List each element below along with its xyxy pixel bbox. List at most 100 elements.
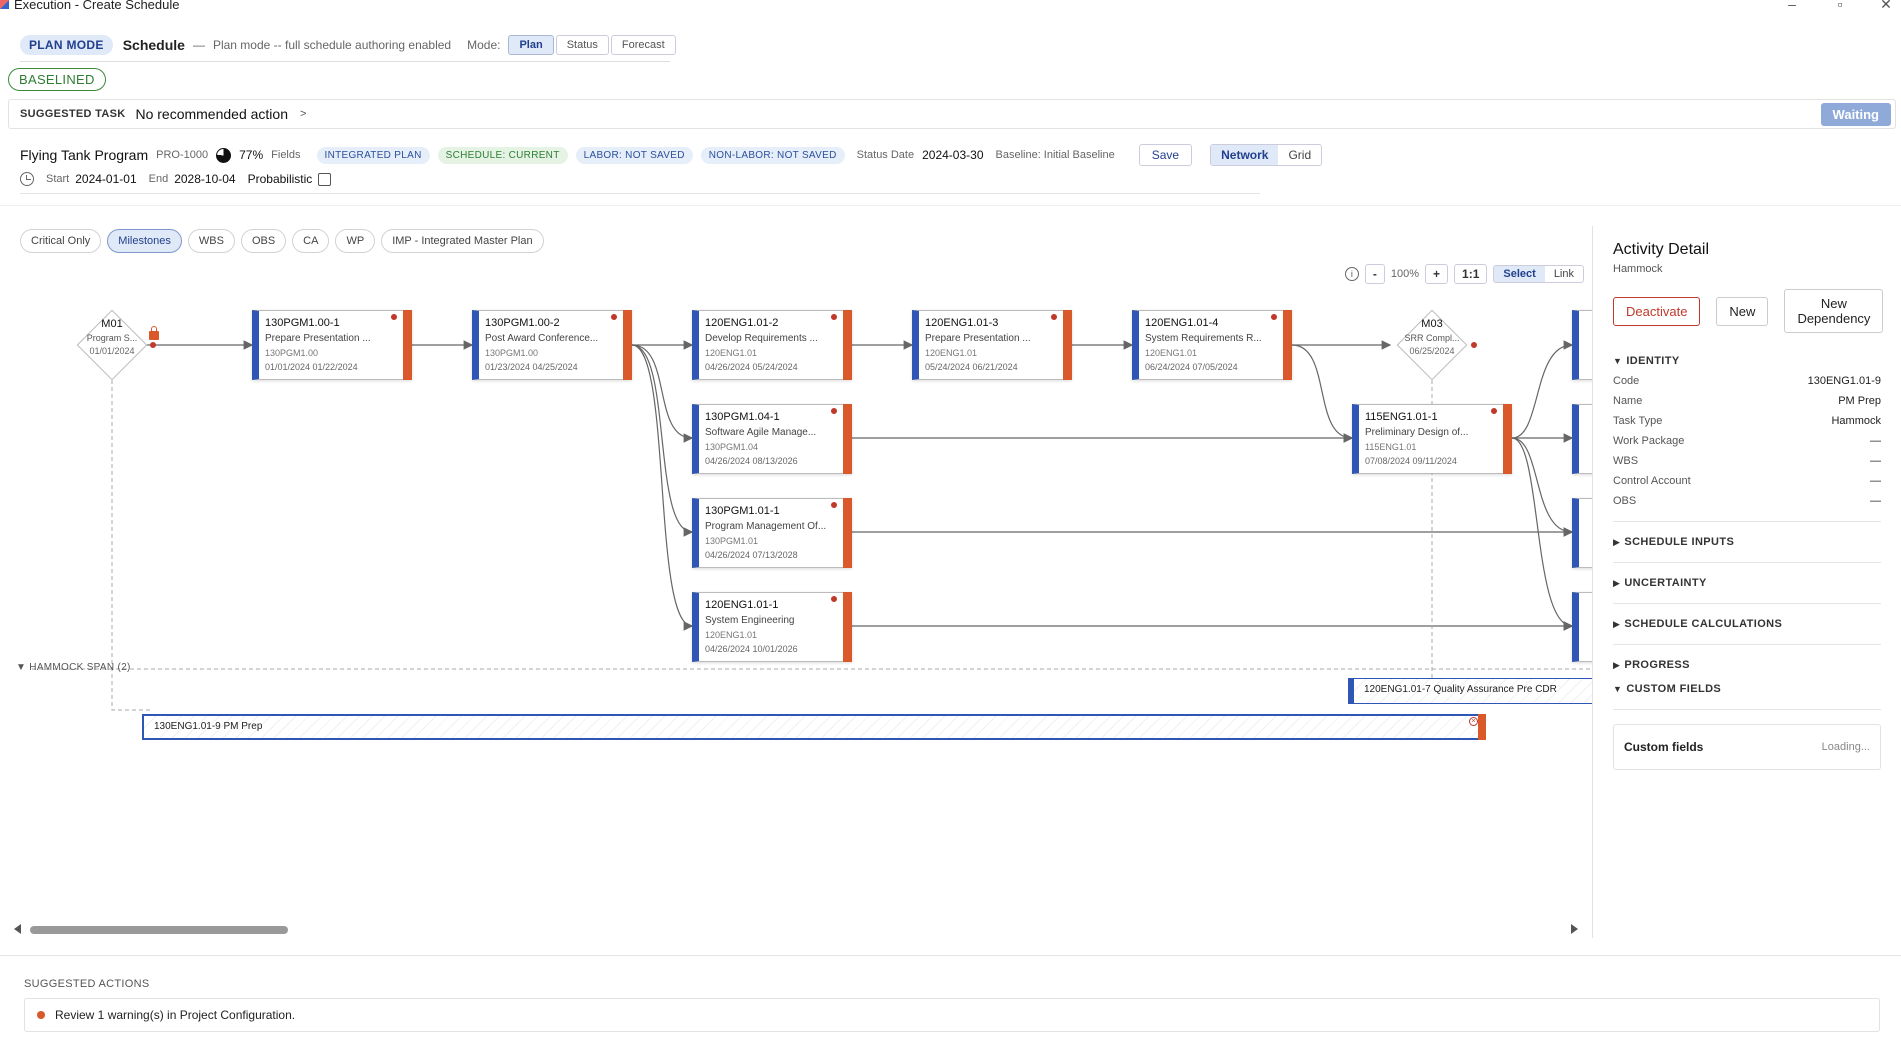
filter-obs[interactable]: OBS	[240, 229, 287, 253]
schedule-current-badge: SCHEDULE: CURRENT	[437, 146, 568, 164]
probabilistic-checkbox[interactable]	[318, 172, 332, 186]
fields-percent: 77%	[239, 148, 264, 162]
milestone-date: 06/25/2024	[1409, 346, 1455, 356]
detail-actions: Deactivate New New Dependency	[1613, 289, 1884, 333]
hammock-span-toggle[interactable]: ▼ HAMMOCK SPAN (2)	[16, 662, 131, 673]
activity-dates: 04/26/2024 08/13/2026	[705, 456, 798, 466]
identity-section-header[interactable]: ▼ IDENTITY	[1613, 355, 1881, 367]
activity-work-package: 120ENG1.01	[705, 348, 758, 358]
fields-label: Fields	[271, 149, 301, 161]
activity-dates: 05/24/2024 06/21/2024	[925, 362, 1018, 372]
filter-wp[interactable]: WP	[335, 229, 376, 253]
hammock-bar[interactable]: 120ENG1.01-7 Quality Assurance Pre CDR	[1348, 678, 1592, 704]
network-diagram[interactable]: i - 100% + 1:1 Select Link M01 Program S…	[12, 258, 1592, 938]
filter-milestones[interactable]: Milestones	[107, 229, 182, 253]
activity-node-offscreen[interactable]	[1572, 310, 1592, 380]
zoom-reset-button[interactable]: 1:1	[1454, 264, 1488, 284]
chevron-right-icon[interactable]: >	[300, 108, 306, 120]
activity-node[interactable]: 120ENG1.01-4 System Requirements R... 12…	[1132, 310, 1292, 380]
close-icon[interactable]: ✕	[1876, 0, 1896, 13]
section-divider	[1613, 521, 1881, 522]
activity-node[interactable]: 120ENG1.01-2 Develop Requirements ... 12…	[692, 310, 852, 380]
grid-view-button[interactable]: Grid	[1278, 145, 1321, 165]
custom-fields-section-header[interactable]: ▼ CUSTOM FIELDS	[1613, 683, 1881, 695]
deactivate-button[interactable]: Deactivate	[1613, 296, 1701, 326]
schedule-title: Schedule	[122, 37, 185, 53]
scroll-right-icon[interactable]	[1571, 924, 1578, 934]
activity-work-package: 120ENG1.01	[705, 630, 758, 640]
activity-node[interactable]: 115ENG1.01-1 Preliminary Design of... 11…	[1352, 404, 1512, 474]
section-divider	[1613, 562, 1881, 563]
detail-subtitle: Hammock	[1613, 263, 1663, 275]
identity-row: Name PM Prep	[1613, 395, 1881, 407]
filter-wbs[interactable]: WBS	[187, 229, 235, 253]
horizontal-scrollbar[interactable]	[12, 922, 1590, 934]
filter-imp[interactable]: IMP - Integrated Master Plan	[381, 229, 544, 253]
activity-node[interactable]: 130PGM1.01-1 Program Management Of... 13…	[692, 498, 852, 568]
maximize-icon[interactable]: ▫	[1830, 0, 1850, 12]
hammock-end-handle[interactable]	[1478, 714, 1486, 740]
schedule-calculations-section-header[interactable]: ▶ SCHEDULE CALCULATIONS	[1613, 618, 1881, 630]
scrollbar-thumb[interactable]	[30, 926, 288, 934]
identity-value: PM Prep	[1838, 395, 1881, 407]
milestone-node[interactable]: M01 Program S... 01/01/2024	[76, 309, 148, 381]
new-dependency-button[interactable]: New Dependency	[1784, 289, 1884, 333]
mode-plan-button[interactable]: Plan	[508, 35, 554, 55]
activity-node[interactable]: 130PGM1.00-2 Post Award Conference... 13…	[472, 310, 632, 380]
mode-bar: PLAN MODE Schedule — Plan mode -- full s…	[20, 32, 676, 58]
progress-section-header[interactable]: ▶ PROGRESS	[1613, 659, 1881, 671]
select-tool-button[interactable]: Select	[1494, 266, 1545, 282]
identity-key: Work Package	[1613, 435, 1685, 447]
milestone-node[interactable]: M03 SRR Compl... 06/25/2024	[1396, 309, 1468, 381]
baselined-badge: BASELINED	[8, 68, 106, 91]
identity-value: 130ENG1.01-9	[1807, 375, 1881, 387]
activity-node[interactable]: 130PGM1.04-1 Software Agile Manage... 13…	[692, 404, 852, 474]
filter-ca[interactable]: CA	[292, 229, 330, 253]
minimize-icon[interactable]: –	[1782, 0, 1802, 12]
activity-node[interactable]: 130PGM1.00-1 Prepare Presentation ... 13…	[252, 310, 412, 380]
activity-node-offscreen[interactable]	[1572, 498, 1592, 568]
status-dot-icon	[1051, 314, 1057, 320]
lock-icon[interactable]	[149, 326, 159, 340]
suggested-task-text[interactable]: No recommended action	[135, 106, 288, 122]
status-dot-icon	[831, 408, 837, 414]
mode-forecast-button[interactable]: Forecast	[610, 35, 676, 55]
activity-end-bar	[623, 310, 632, 380]
window-title: Execution - Create Schedule	[14, 0, 180, 12]
activity-node-offscreen[interactable]	[1572, 404, 1592, 474]
zoom-out-button[interactable]: -	[1364, 264, 1385, 284]
program-id: PRO-1000	[156, 149, 209, 161]
identity-row: WBS —	[1613, 455, 1881, 467]
header-divider	[20, 193, 1260, 194]
activity-name: System Engineering	[705, 615, 795, 626]
filter-critical-only[interactable]: Critical Only	[20, 229, 102, 253]
activity-dates: 07/08/2024 09/11/2024	[1365, 456, 1457, 466]
chevron-down-icon: ▼	[1613, 684, 1623, 694]
hammock-bar-selected[interactable]: 130ENG1.01-9 PM Prep ×	[142, 714, 1486, 740]
new-button[interactable]: New	[1716, 296, 1769, 326]
link-tool-button[interactable]: Link	[1545, 266, 1583, 282]
status-dot-icon	[391, 314, 397, 320]
probabilistic-label: Probabilistic	[247, 172, 313, 186]
activity-node[interactable]: 120ENG1.01-1 System Engineering 120ENG1.…	[692, 592, 852, 662]
zoom-in-button[interactable]: +	[1425, 264, 1449, 284]
uncertainty-section-header[interactable]: ▶ UNCERTAINTY	[1613, 577, 1881, 589]
network-view-button[interactable]: Network	[1211, 145, 1279, 165]
suggested-task-bar: SUGGESTED TASK No recommended action > W…	[8, 99, 1896, 129]
info-icon[interactable]: i	[1344, 267, 1359, 281]
scroll-left-icon[interactable]	[14, 924, 21, 934]
activity-node[interactable]: 120ENG1.01-3 Prepare Presentation ... 12…	[912, 310, 1072, 380]
remove-icon[interactable]: ×	[1469, 717, 1478, 726]
suggested-action-item[interactable]: Review 1 warning(s) in Project Configura…	[24, 998, 1880, 1032]
mode-status-button[interactable]: Status	[555, 35, 609, 55]
activity-end-bar	[1283, 310, 1292, 380]
identity-row: Task Type Hammock	[1613, 415, 1881, 427]
integrated-plan-badge: INTEGRATED PLAN	[316, 146, 430, 164]
activity-node-offscreen[interactable]	[1572, 592, 1592, 662]
save-button[interactable]: Save	[1138, 144, 1193, 166]
schedule-inputs-section-header[interactable]: ▶ SCHEDULE INPUTS	[1613, 536, 1881, 548]
waiting-button[interactable]: Waiting	[1820, 103, 1891, 126]
activity-name: Program Management Of...	[705, 521, 827, 532]
activity-end-bar	[843, 592, 852, 662]
status-dot-icon	[611, 314, 617, 320]
